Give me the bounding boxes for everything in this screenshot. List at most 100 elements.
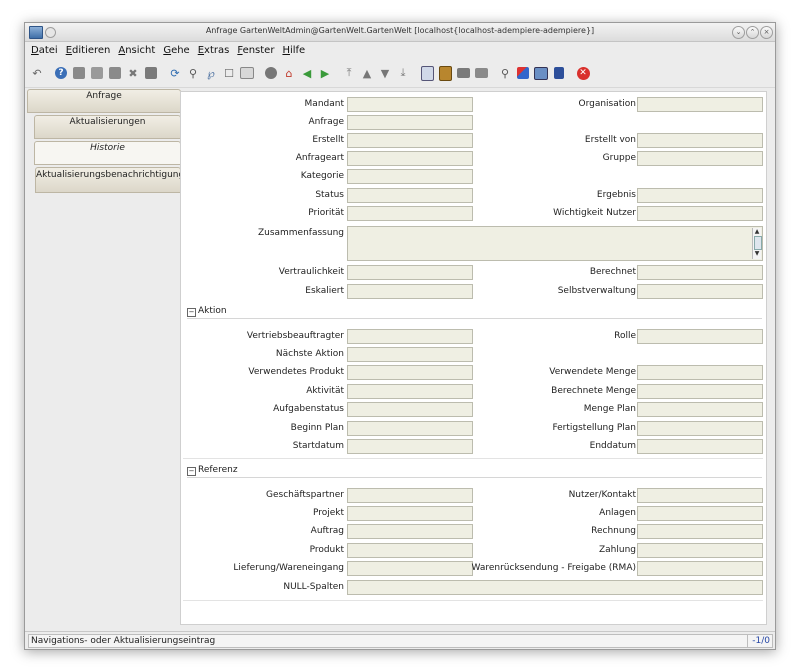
lieferung-wareneingang-field[interactable] xyxy=(347,561,473,576)
tab-aktualisierungen[interactable]: Aktualisierungen xyxy=(34,115,181,139)
enddatum-field[interactable] xyxy=(637,439,763,454)
organisation-field[interactable] xyxy=(637,97,763,112)
delete-selection-icon[interactable]: ✖ xyxy=(126,66,140,80)
berechnet-field[interactable] xyxy=(637,265,763,280)
projekt-field[interactable] xyxy=(347,506,473,521)
textarea-scrollbar[interactable]: ▲ ▼ xyxy=(752,228,762,259)
label-vertraulichkeit: Vertraulichkeit xyxy=(278,267,344,277)
section-referenz[interactable]: − Referenz xyxy=(187,463,762,478)
produkt-field[interactable] xyxy=(347,543,473,558)
naechste-aktion-field[interactable] xyxy=(347,347,473,362)
archive-icon[interactable] xyxy=(438,65,452,81)
aktivitaet-field[interactable] xyxy=(347,384,473,399)
last-record-icon[interactable]: ⤓ xyxy=(396,66,410,80)
new-record-icon[interactable] xyxy=(72,66,86,80)
close-window-icon[interactable]: × xyxy=(760,26,773,39)
verwendetes-produkt-field[interactable] xyxy=(347,365,473,380)
berechnete-menge-field[interactable] xyxy=(637,384,763,399)
parent-record-icon[interactable]: ◀ xyxy=(300,66,314,80)
record-count[interactable]: -1/0 xyxy=(747,634,773,648)
nutzer-kontakt-field[interactable] xyxy=(637,488,763,503)
label-selbstverwaltung: Selbstverwaltung xyxy=(557,286,636,296)
rma-field[interactable] xyxy=(637,561,763,576)
menu-gehe[interactable]: Gehe xyxy=(163,45,189,56)
section-divider xyxy=(183,458,763,459)
tab-aktualisierungsbenachrichtigung[interactable]: Aktualisierungsbenachrichtigung xyxy=(35,167,184,193)
mandant-field[interactable] xyxy=(347,97,473,112)
previous-record-icon[interactable]: ▲ xyxy=(360,66,374,80)
zahlung-field[interactable] xyxy=(637,543,763,558)
menu-ansicht[interactable]: Ansicht xyxy=(118,45,155,56)
menge-plan-field[interactable] xyxy=(637,402,763,417)
scroll-thumb[interactable] xyxy=(754,236,762,250)
collapse-icon[interactable]: − xyxy=(187,308,196,317)
vertriebsbeauftragter-field[interactable] xyxy=(347,329,473,344)
geschaeftspartner-field[interactable] xyxy=(347,488,473,503)
auftrag-field[interactable] xyxy=(347,524,473,539)
find-icon[interactable]: ⚲ xyxy=(186,66,200,80)
refresh-icon[interactable]: ⟳ xyxy=(168,66,182,80)
label-zusammenfassung: Zusammenfassung xyxy=(257,228,344,238)
status-field[interactable] xyxy=(347,188,473,203)
scroll-down-icon[interactable]: ▼ xyxy=(753,250,761,258)
selbstverwaltung-field[interactable] xyxy=(637,284,763,299)
save-icon[interactable] xyxy=(144,66,158,80)
rechnung-field[interactable] xyxy=(637,524,763,539)
scroll-up-icon[interactable]: ▲ xyxy=(753,228,761,236)
menu-extras[interactable]: Extras xyxy=(198,45,230,56)
prioritaet-field[interactable] xyxy=(347,206,473,221)
menu-editieren[interactable]: Editieren xyxy=(66,45,111,56)
rolle-field[interactable] xyxy=(637,329,763,344)
ergebnis-field[interactable] xyxy=(637,188,763,203)
chat-icon[interactable]: ☐ xyxy=(222,66,236,80)
startdatum-field[interactable] xyxy=(347,439,473,454)
null-spalten-field[interactable] xyxy=(347,580,763,595)
vertraulichkeit-field[interactable] xyxy=(347,265,473,280)
undo-icon[interactable]: ↶ xyxy=(30,66,44,80)
maximize-icon[interactable]: ⌃ xyxy=(746,26,759,39)
anfrage-field[interactable] xyxy=(347,115,473,130)
verwendete-menge-field[interactable] xyxy=(637,365,763,380)
minimize-icon[interactable]: ⌄ xyxy=(732,26,745,39)
anlagen-field[interactable] xyxy=(637,506,763,521)
label-null-spalten: NULL-Spalten xyxy=(283,582,344,592)
gruppe-field[interactable] xyxy=(637,151,763,166)
print-preview-icon[interactable] xyxy=(456,66,470,80)
home-icon[interactable]: ⌂ xyxy=(282,66,296,80)
history-icon[interactable] xyxy=(264,66,278,80)
first-record-icon[interactable]: ⤒ xyxy=(342,66,356,80)
menu-datei[interactable]: Datei xyxy=(31,45,58,56)
collapse-icon[interactable]: − xyxy=(187,467,196,476)
next-record-icon[interactable]: ▼ xyxy=(378,66,392,80)
copy-record-icon[interactable] xyxy=(90,66,104,80)
section-aktion[interactable]: − Aktion xyxy=(187,304,762,319)
help-icon[interactable]: ? xyxy=(54,66,68,80)
request-icon[interactable] xyxy=(534,66,548,80)
label-ergebnis: Ergebnis xyxy=(596,190,636,200)
product-info-icon[interactable] xyxy=(552,66,566,80)
zusammenfassung-textarea[interactable]: ▲ ▼ xyxy=(347,226,763,261)
erstellt-field[interactable] xyxy=(347,133,473,148)
delete-record-icon[interactable] xyxy=(108,66,122,80)
wichtigkeit-nutzer-field[interactable] xyxy=(637,206,763,221)
print-icon[interactable] xyxy=(474,66,488,80)
menu-hilfe[interactable]: Hilfe xyxy=(282,45,305,56)
anfrageart-field[interactable] xyxy=(347,151,473,166)
erstellt-von-field[interactable] xyxy=(637,133,763,148)
grid-toggle-icon[interactable] xyxy=(240,66,254,80)
zoom-across-icon[interactable]: ⚲ xyxy=(498,66,512,80)
aufgabenstatus-field[interactable] xyxy=(347,402,473,417)
label-geschaeftspartner: Geschäftspartner xyxy=(266,490,344,500)
fertigstellung-plan-field[interactable] xyxy=(637,421,763,436)
kategorie-field[interactable] xyxy=(347,169,473,184)
attachment-icon[interactable]: ℘ xyxy=(204,66,218,80)
beginn-plan-field[interactable] xyxy=(347,421,473,436)
tab-historie[interactable]: Historie xyxy=(34,141,181,165)
menu-fenster[interactable]: Fenster xyxy=(237,45,274,56)
detail-record-icon[interactable]: ▶ xyxy=(318,66,332,80)
tab-anfrage[interactable]: Anfrage xyxy=(27,89,181,113)
exit-icon[interactable]: ✕ xyxy=(576,66,590,80)
active-workflows-icon[interactable] xyxy=(516,66,530,80)
report-icon[interactable] xyxy=(420,65,434,81)
eskaliert-field[interactable] xyxy=(347,284,473,299)
